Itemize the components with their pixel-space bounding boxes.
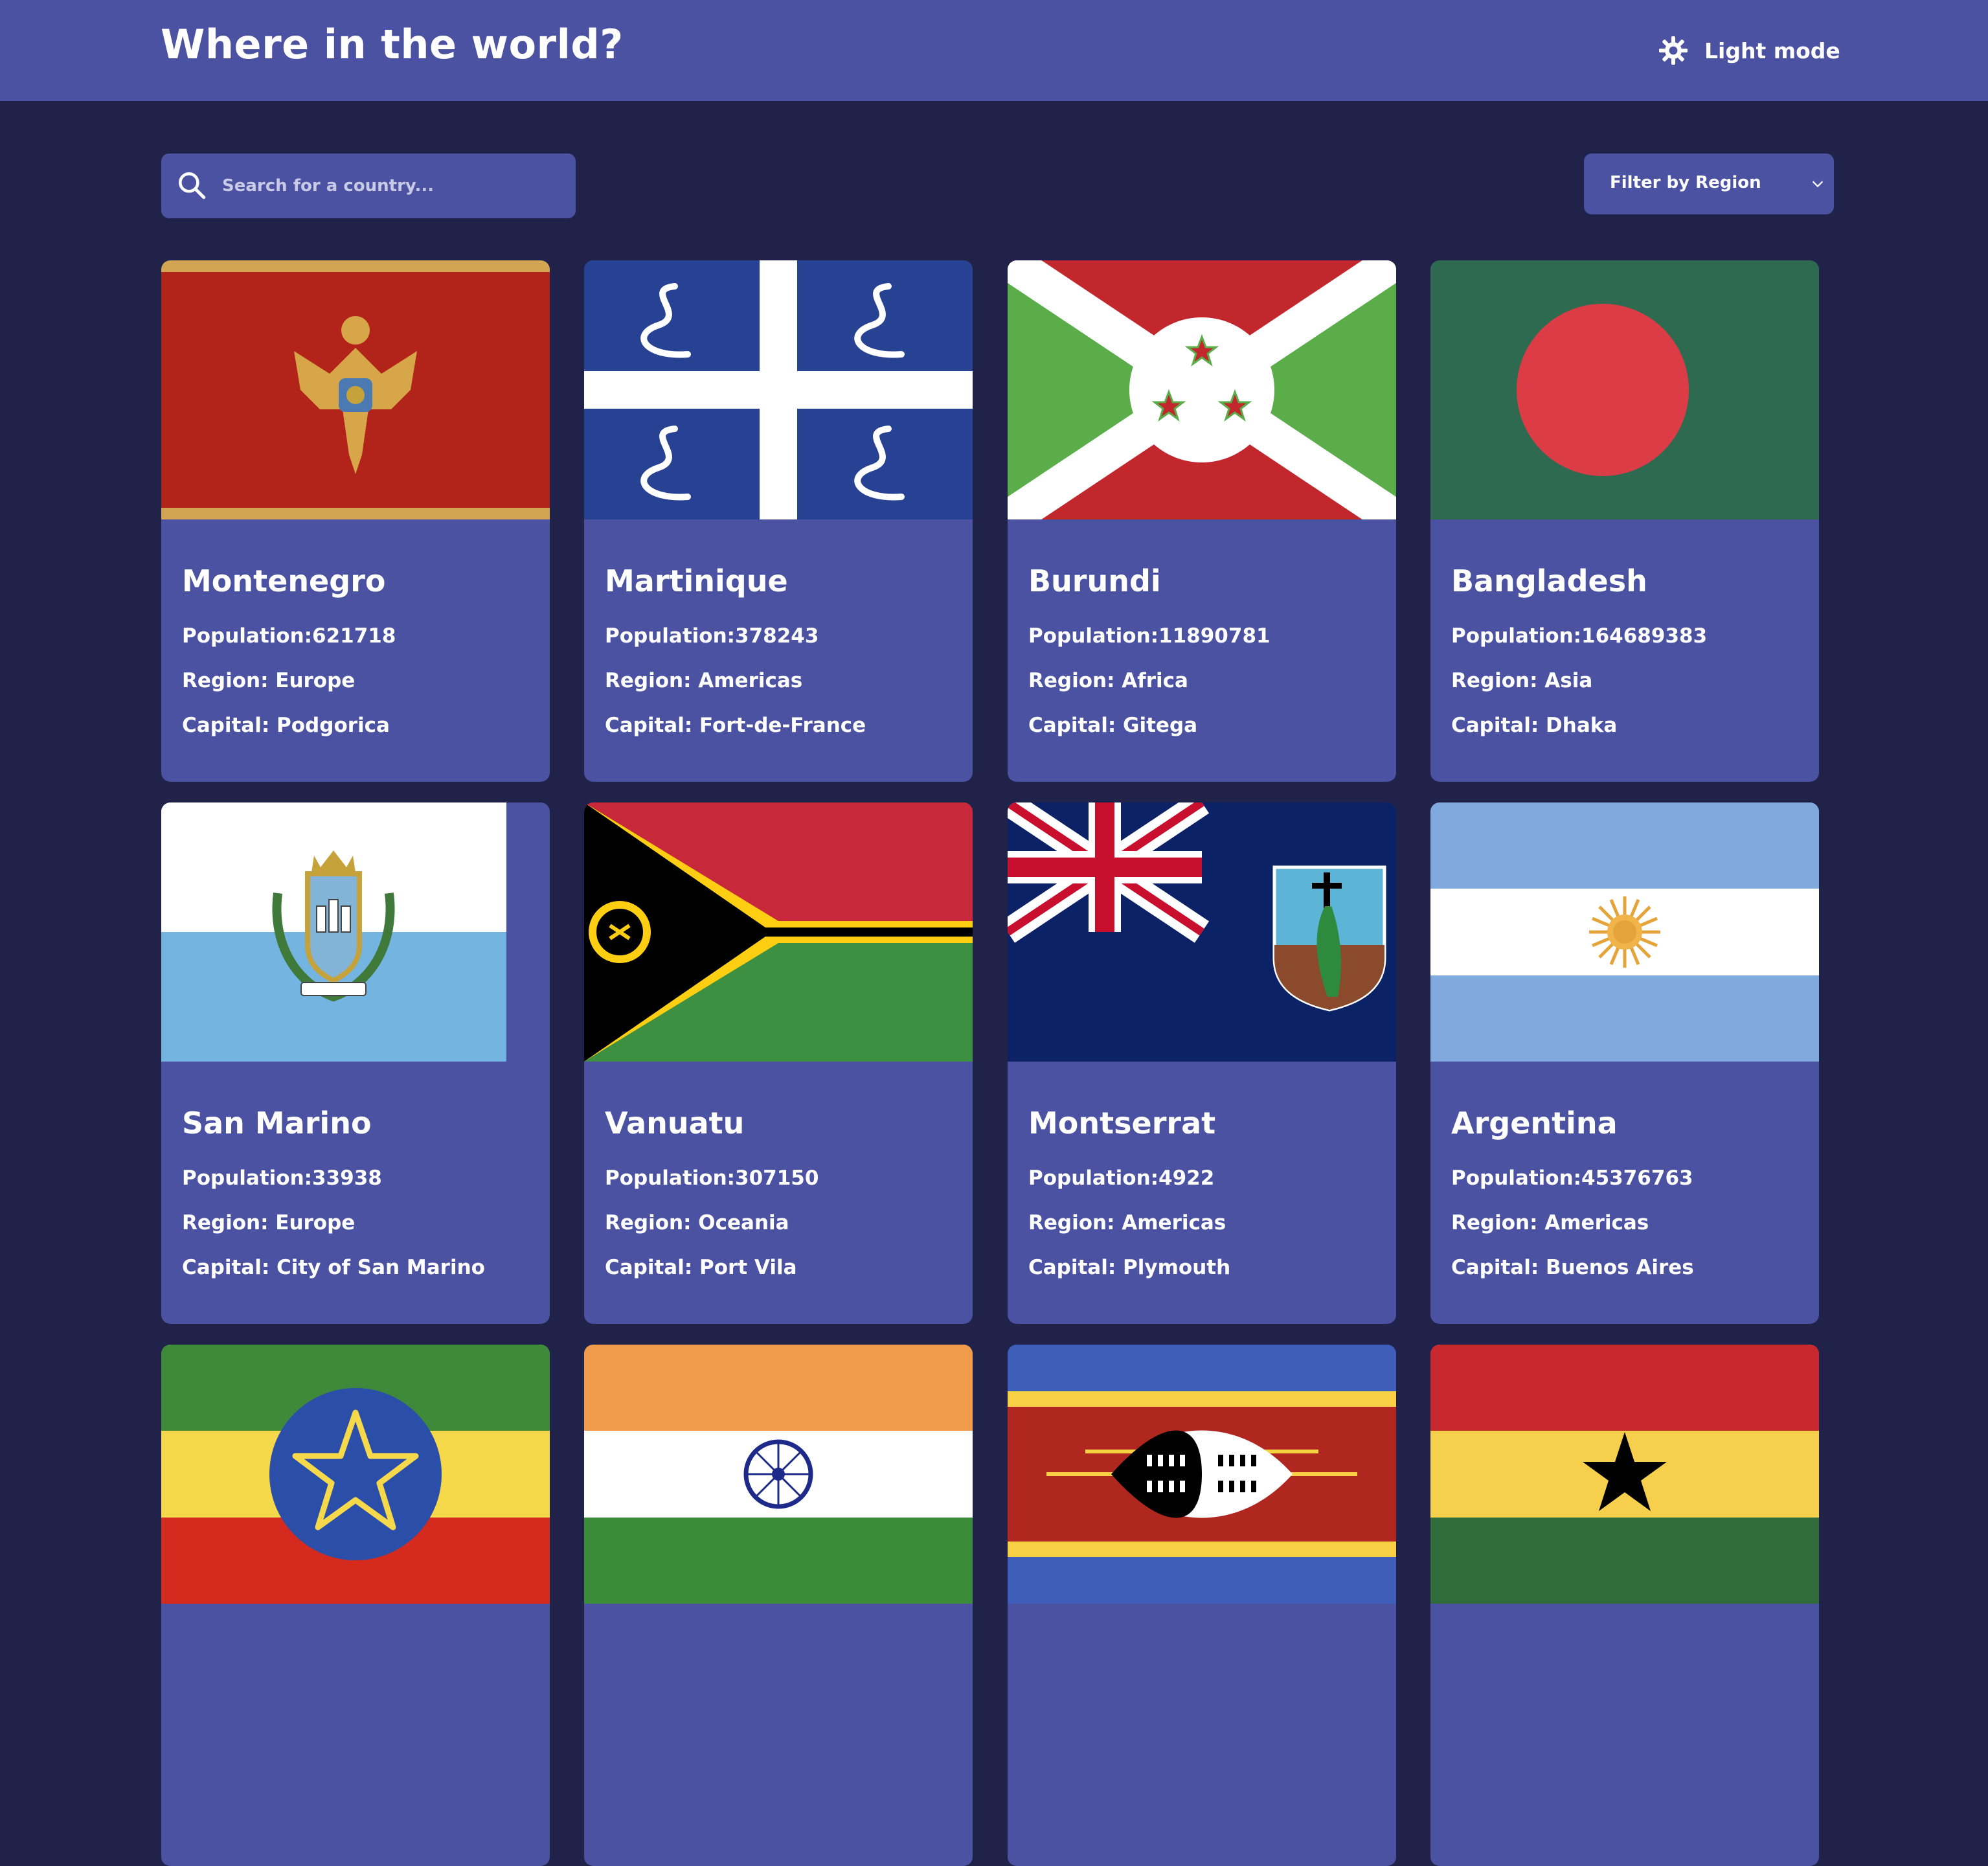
country-capital: Capital: Buenos Aires [1451, 1256, 1694, 1279]
flag-san-marino [161, 802, 506, 1062]
country-capital: Capital: Podgorica [182, 714, 390, 737]
country-capital: Capital: Dhaka [1451, 714, 1618, 737]
sun-icon [1659, 36, 1688, 65]
country-card-burundi[interactable]: Burundi Population:11890781 Region: Afri… [1008, 260, 1396, 782]
country-population: Population:45376763 [1451, 1166, 1693, 1190]
flag-montserrat [1008, 802, 1396, 1062]
flag-eswatini [1008, 1345, 1396, 1604]
country-region: Region: Americas [1451, 1211, 1649, 1235]
search-icon [179, 172, 206, 199]
country-name: San Marino [182, 1106, 372, 1141]
country-region: Region: Africa [1028, 669, 1188, 692]
country-region: Region: Asia [1451, 669, 1593, 692]
country-capital: Capital: Fort-de-France [605, 714, 866, 737]
country-population: Population:378243 [605, 624, 819, 648]
flag-argentina [1430, 802, 1819, 1062]
country-card-vanuatu[interactable]: Vanuatu Population:307150 Region: Oceani… [584, 802, 973, 1324]
region-filter-dropdown[interactable]: Filter by Region [1584, 154, 1834, 214]
country-card-martinique[interactable]: Martinique Population:378243 Region: Ame… [584, 260, 973, 782]
search-input[interactable] [222, 154, 559, 218]
theme-toggle-button[interactable]: Light mode [1658, 32, 1840, 69]
country-name: Montenegro [182, 563, 386, 598]
country-region: Region: Oceania [605, 1211, 789, 1235]
flag-burundi [1008, 260, 1396, 519]
country-capital: Capital: City of San Marino [182, 1256, 485, 1279]
country-population: Population:33938 [182, 1166, 382, 1190]
region-filter-label: Filter by Region [1610, 173, 1761, 192]
country-card-bangladesh[interactable]: Bangladesh Population:164689383 Region: … [1430, 260, 1819, 782]
theme-toggle-label: Light mode [1704, 38, 1840, 63]
chevron-down-icon [1812, 181, 1824, 188]
country-card-montserrat[interactable]: Montserrat Population:4922 Region: Ameri… [1008, 802, 1396, 1324]
flag-vanuatu [584, 802, 973, 1062]
page-title: Where in the world? [161, 21, 624, 68]
country-region: Region: Europe [182, 669, 356, 692]
country-card-argentina[interactable]: Argentina Population:45376763 Region: Am… [1430, 802, 1819, 1324]
country-card-ethiopia[interactable] [161, 1345, 550, 1866]
country-capital: Capital: Plymouth [1028, 1256, 1231, 1279]
flag-ethiopia [161, 1345, 550, 1604]
flag-martinique [584, 260, 973, 519]
flag-ghana [1430, 1345, 1819, 1604]
country-name: Bangladesh [1451, 563, 1647, 598]
country-card-eswatini[interactable] [1008, 1345, 1396, 1866]
country-card-india[interactable] [584, 1345, 973, 1866]
country-name: Argentina [1451, 1106, 1618, 1141]
country-card-montenegro[interactable]: Montenegro Population:621718 Region: Eur… [161, 260, 550, 782]
country-population: Population:621718 [182, 624, 396, 648]
country-capital: Capital: Port Vila [605, 1256, 797, 1279]
country-region: Region: Americas [1028, 1211, 1226, 1235]
country-population: Population:4922 [1028, 1166, 1215, 1190]
country-region: Region: Europe [182, 1211, 356, 1235]
flag-india [584, 1345, 973, 1604]
country-population: Population:164689383 [1451, 624, 1708, 648]
country-name: Vanuatu [605, 1106, 745, 1141]
country-population: Population:11890781 [1028, 624, 1271, 648]
country-name: Burundi [1028, 563, 1161, 598]
country-region: Region: Americas [605, 669, 803, 692]
country-population: Population:307150 [605, 1166, 819, 1190]
country-name: Martinique [605, 563, 788, 598]
flag-bangladesh [1430, 260, 1819, 519]
country-name: Montserrat [1028, 1106, 1216, 1141]
country-card-ghana[interactable] [1430, 1345, 1819, 1866]
country-card-san-marino[interactable]: San Marino Population:33938 Region: Euro… [161, 802, 550, 1324]
flag-montenegro [161, 260, 550, 519]
header: Where in the world? Light mode [0, 0, 1988, 101]
search-box [161, 154, 576, 218]
country-capital: Capital: Gitega [1028, 714, 1198, 737]
